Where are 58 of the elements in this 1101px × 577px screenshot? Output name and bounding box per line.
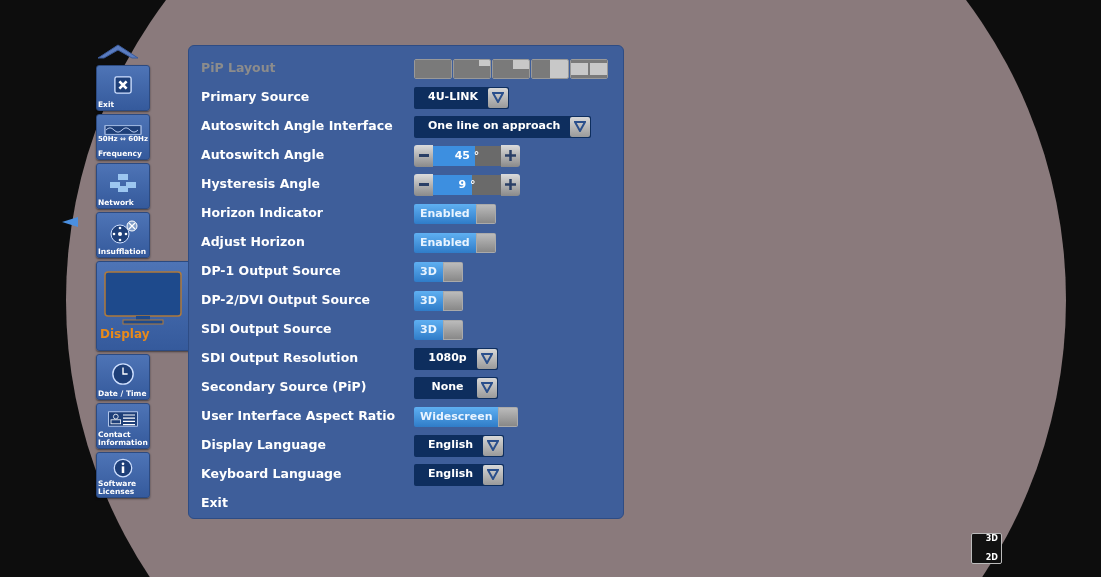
plus-button[interactable] [501, 144, 520, 167]
setting-label: DP-2/DVI Output Source [201, 291, 372, 310]
dropdown[interactable]: None [414, 376, 498, 399]
3d-2d-toggle-button[interactable]: 3D 2D [971, 533, 1002, 564]
setting-label[interactable]: Exit [201, 494, 414, 513]
layout-option[interactable] [492, 58, 530, 79]
setting-label: SDI Output Resolution [201, 349, 360, 368]
left-arrow-icon [62, 217, 78, 227]
setting-label: SDI Output Source [201, 320, 333, 339]
setting-label: Horizon Indicator [201, 204, 324, 223]
wave-monitor-icon [104, 124, 142, 135]
info-icon [113, 457, 133, 478]
dropdown[interactable]: English [414, 463, 505, 486]
layout-preview-icon [493, 59, 529, 78]
setting-label: User Interface Aspect Ratio [201, 407, 397, 426]
layout-option[interactable] [570, 58, 608, 79]
gas-valve-icon [108, 219, 138, 244]
layout-preview-icon [571, 59, 607, 78]
value-slider[interactable]: 9 ° [433, 174, 501, 195]
layout-preview-icon [415, 59, 451, 78]
plus-button[interactable] [501, 173, 520, 196]
layout-option[interactable] [453, 58, 491, 79]
contact-card-icon [107, 410, 139, 427]
dropdown[interactable]: 1080p [414, 347, 498, 370]
minus-button[interactable] [414, 144, 433, 167]
minus-button[interactable] [414, 173, 433, 196]
dropdown-caret-icon [483, 464, 504, 485]
dropdown-caret-icon [477, 377, 497, 398]
chevron-up-icon[interactable] [96, 42, 140, 60]
setting-label: Autoswitch Angle Interface [201, 117, 394, 136]
setting-label: Keyboard Language [201, 465, 343, 484]
setting-label: Adjust Horizon [201, 233, 306, 252]
setting-label: DP-1 Output Source [201, 262, 342, 281]
setting-label: PiP Layout [201, 59, 277, 78]
plus-icon [505, 150, 516, 161]
setting-label: Autoswitch Angle [201, 146, 326, 165]
monitor-icon [103, 270, 183, 326]
layout-preview-icon [454, 59, 490, 78]
plus-icon [505, 179, 516, 190]
dropdown-caret-icon [477, 348, 497, 369]
dropdown[interactable]: One line on approach [414, 115, 592, 138]
layout-preview-icon [532, 59, 568, 78]
dropdown-caret-icon [483, 435, 504, 456]
value-slider[interactable]: 45 ° [433, 145, 501, 166]
dropdown[interactable]: English [414, 434, 505, 457]
dropdown[interactable]: 4U-LINK [414, 86, 509, 109]
clock-icon [111, 361, 135, 386]
setting-label: Primary Source [201, 88, 311, 107]
dropdown-caret-icon [570, 116, 591, 137]
network-icon [109, 172, 137, 193]
setting-label: Hysteresis Angle [201, 175, 321, 194]
dropdown-caret-icon [488, 87, 508, 108]
setting-label: Display Language [201, 436, 327, 455]
close-icon [114, 75, 132, 94]
setting-label: Secondary Source (PiP) [201, 378, 368, 397]
minus-icon [418, 154, 429, 157]
minus-icon [418, 183, 429, 186]
layout-option[interactable] [531, 58, 569, 79]
